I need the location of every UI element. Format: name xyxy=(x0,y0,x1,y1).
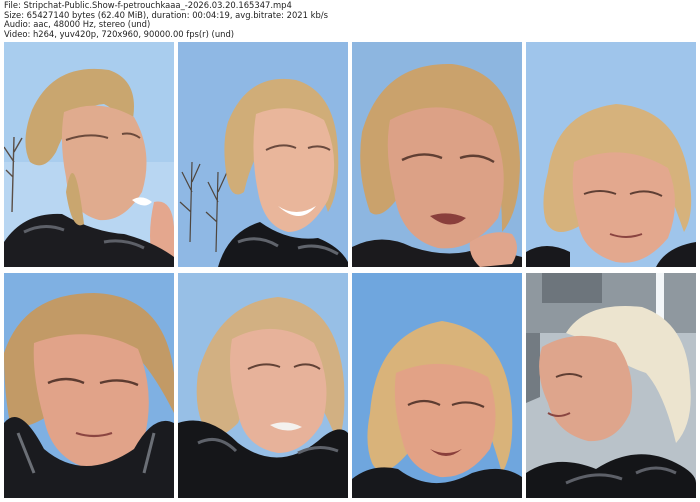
video-thumbnail xyxy=(178,273,348,498)
video-thumbnail xyxy=(178,42,348,267)
thumbnail-grid xyxy=(4,42,696,498)
file-info-header: File: Stripchat-Public.Show-f-petrouchka… xyxy=(4,1,696,39)
audio-info-line: Audio: aac, 48000 Hz, stereo (und) xyxy=(4,20,151,30)
thumbnail-image xyxy=(526,273,696,498)
thumbnail-image xyxy=(352,42,522,267)
video-thumbnail xyxy=(352,273,522,498)
thumbnail-image xyxy=(352,273,522,498)
video-thumbnail xyxy=(352,42,522,267)
thumbnail-image xyxy=(4,42,174,267)
thumbnail-image xyxy=(526,42,696,267)
file-name-line: File: Stripchat-Public.Show-f-petrouchka… xyxy=(4,1,292,10)
thumbnail-image xyxy=(178,273,348,498)
video-thumbnail xyxy=(526,273,696,498)
video-info-line: Video: h264, yuv420p, 720x960, 90000.00 … xyxy=(4,29,235,39)
video-thumbnail xyxy=(4,42,174,267)
thumbnail-image xyxy=(4,273,174,498)
thumbnail-image xyxy=(178,42,348,267)
file-size-line: Size: 65427140 bytes (62.40 MiB), durati… xyxy=(4,10,328,20)
video-thumbnail xyxy=(4,273,174,498)
video-thumbnail xyxy=(526,42,696,267)
